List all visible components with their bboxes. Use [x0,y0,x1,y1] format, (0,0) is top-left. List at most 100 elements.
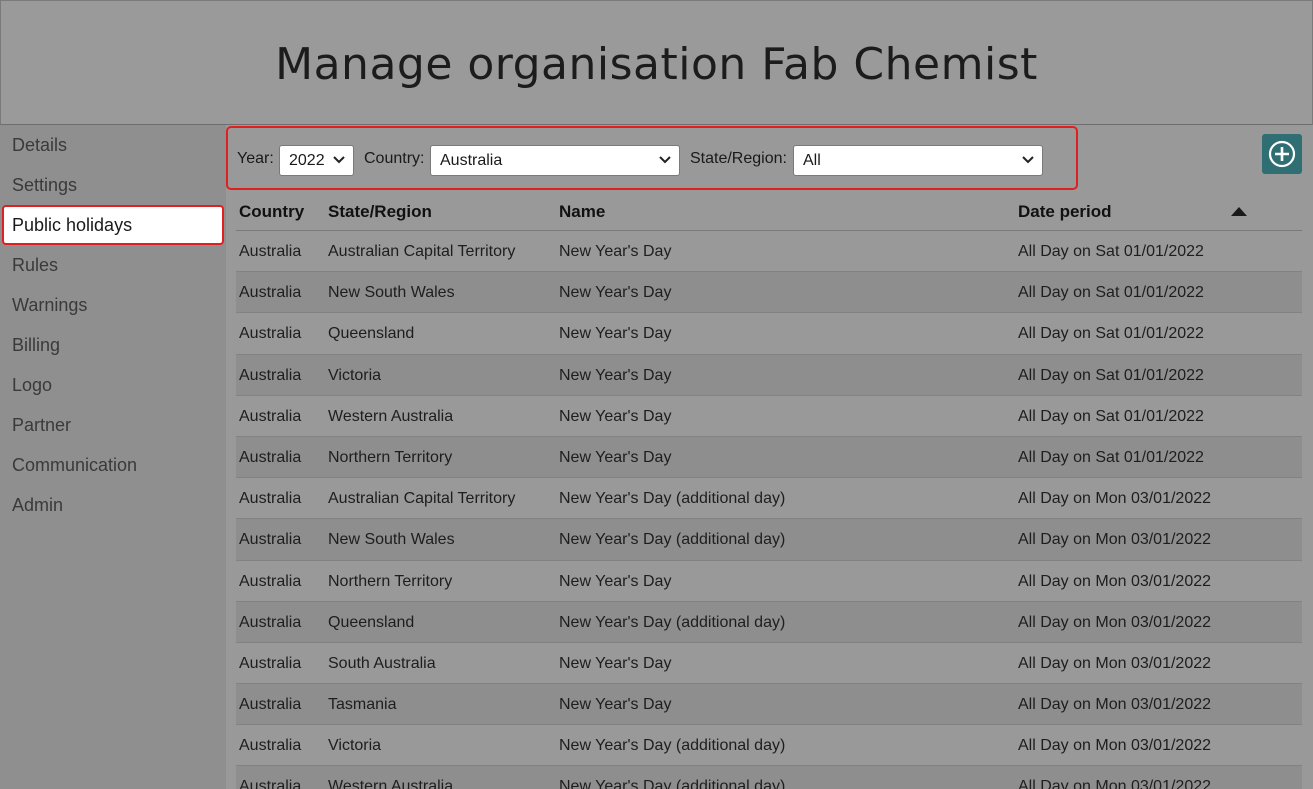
cell-name: New Year's Day [559,572,672,590]
cell-country: Australia [239,531,302,549]
country-select-value: Australia [440,152,503,169]
table-row[interactable]: Australia Queensland New Year's Day All Day… [236,313,1302,355]
column-header-date-period[interactable]: Date period [1018,202,1112,222]
cell-date-period: All Day on Sat 01/01/2022 [1018,407,1204,425]
state-region-label: State/Region: [690,150,787,167]
cell-name: New Year's Day [559,654,672,672]
column-header-name[interactable]: Name [559,202,605,222]
cell-date-period: All Day on Mon 03/01/2022 [1018,696,1212,714]
cell-date-period: All Day on Mon 03/01/2022 [1018,613,1212,631]
sidebar-item-billing[interactable]: Billing [12,325,60,365]
cell-name: New Year's Day [559,325,672,343]
column-header-country[interactable]: Country [239,202,304,222]
year-select[interactable]: 2022 [279,145,354,176]
cell-name: New Year's Day [559,407,672,425]
sidebar-item-details[interactable]: Details [12,125,67,165]
sidebar-item-settings[interactable]: Settings [12,165,77,205]
cell-name: New Year's Day (additional day) [559,737,786,755]
cell-country: Australia [239,696,302,714]
add-holiday-button[interactable] [1262,134,1302,174]
table-row[interactable]: Australia Australian Capital Territory New… [236,478,1302,520]
cell-date-period: All Day on Sat 01/01/2022 [1018,284,1204,302]
plus-circle-icon [1268,140,1296,168]
page-header: Manage organisation Fab Chemist [0,0,1313,125]
cell-name: New Year's Day [559,696,672,714]
cell-country: Australia [239,243,302,260]
cell-state-region: Northern Territory [328,572,453,590]
table-row[interactable]: Australia South Australia New Year's Day Al… [236,643,1302,685]
cell-country: Australia [239,366,302,384]
cell-date-period: All Day on Mon 03/01/2022 [1018,490,1212,508]
cell-country: Australia [239,407,302,425]
cell-date-period: All Day on Mon 03/01/2022 [1018,654,1212,672]
cell-name: New Year's Day [559,448,672,466]
cell-state-region: Australian Capital Territory [328,490,516,508]
sidebar-item-communication[interactable]: Communication [12,445,137,485]
sidebar-item-rules[interactable]: Rules [12,245,58,285]
chevron-down-icon [1022,156,1034,164]
cell-date-period: All Day on Mon 03/01/2022 [1018,737,1212,755]
cell-name: New Year's Day [559,284,672,302]
table-row[interactable]: Australia Victoria New Year's Day All Day o… [236,354,1302,396]
cell-country: Australia [239,572,302,590]
cell-country: Australia [239,737,302,755]
table-row[interactable]: Australia Victoria New Year's Day (additio… [236,725,1302,767]
cell-state-region: South Australia [328,654,436,672]
cell-date-period: All Day on Sat 01/01/2022 [1018,325,1204,343]
cell-name: New Year's Day (additional day) [559,613,786,631]
sidebar: Details Settings Public holidays Rules W… [0,125,226,789]
cell-name: New Year's Day [559,366,672,384]
table-row[interactable]: Australia Western Australia New Year's Day… [236,396,1302,437]
table-row[interactable]: Australia Northern Territory New Year's Da… [236,436,1302,479]
table-row[interactable]: Australia Australian Capital Territory New… [236,231,1302,273]
cell-state-region: Victoria [328,737,382,755]
table-row[interactable]: Australia Queensland New Year's Day (addit… [236,601,1302,643]
holidays-table: Country State/Region Name Date period Au… [236,190,1302,789]
cell-country: Australia [239,778,302,789]
cell-state-region: Queensland [328,325,415,343]
cell-country: Australia [239,284,302,302]
cell-date-period: All Day on Sat 01/01/2022 [1018,366,1204,384]
cell-date-period: All Day on Mon 03/01/2022 [1018,572,1212,590]
cell-name: New Year's Day (additional day) [559,778,786,789]
cell-date-period: All Day on Mon 03/01/2022 [1018,531,1212,549]
cell-state-region: New South Wales [328,531,455,549]
cell-country: Australia [239,654,302,672]
table-header: Country State/Region Name Date period [236,190,1302,231]
sidebar-item-logo[interactable]: Logo [12,365,52,405]
cell-country: Australia [239,325,302,343]
table-row[interactable]: Australia New South Wales New Year's Day Al… [236,272,1302,314]
sort-up-icon[interactable] [1230,205,1248,217]
country-select[interactable]: Australia [430,145,680,176]
state-region-select-value: All [803,152,821,169]
cell-state-region: Queensland [328,613,415,631]
chevron-down-icon [659,156,671,164]
year-label: Year: [237,150,274,167]
sidebar-item-partner[interactable]: Partner [12,405,71,445]
cell-name: New Year's Day (additional day) [559,531,786,549]
cell-date-period: All Day on Mon 03/01/2022 [1018,778,1212,789]
table-row[interactable]: Australia Northern Territory New Year's Da… [236,561,1302,602]
cell-state-region: Victoria [328,366,382,384]
column-header-state-region[interactable]: State/Region [328,202,432,222]
cell-name: New Year's Day (additional day) [559,490,786,508]
table-body: Australia Australian Capital Territory New… [236,231,1302,789]
cell-state-region: Northern Territory [328,448,453,466]
state-region-select[interactable]: All [793,145,1043,176]
cell-state-region: Tasmania [328,696,397,714]
year-select-value: 2022 [289,152,325,169]
table-row[interactable]: Australia Western Australia New Year's Day… [236,766,1302,789]
table-row[interactable]: Australia Tasmania New Year's Day All Day o… [236,684,1302,726]
cell-date-period: All Day on Sat 01/01/2022 [1018,448,1204,466]
chevron-down-icon [333,156,345,164]
filter-bar: Year: 2022 Country: Australia State/Regi… [226,126,1078,190]
sidebar-item-admin[interactable]: Admin [12,485,63,525]
main-content: Year: 2022 Country: Australia State/Regi… [226,125,1313,789]
cell-state-region: Western Australia [328,407,454,425]
cell-country: Australia [239,613,302,631]
table-row[interactable]: Australia New South Wales New Year's Day (… [236,519,1302,561]
cell-date-period: All Day on Sat 01/01/2022 [1018,243,1204,260]
cell-name: New Year's Day [559,243,672,260]
sidebar-item-warnings[interactable]: Warnings [12,285,87,325]
sidebar-item-public-holidays[interactable]: Public holidays [2,205,224,245]
